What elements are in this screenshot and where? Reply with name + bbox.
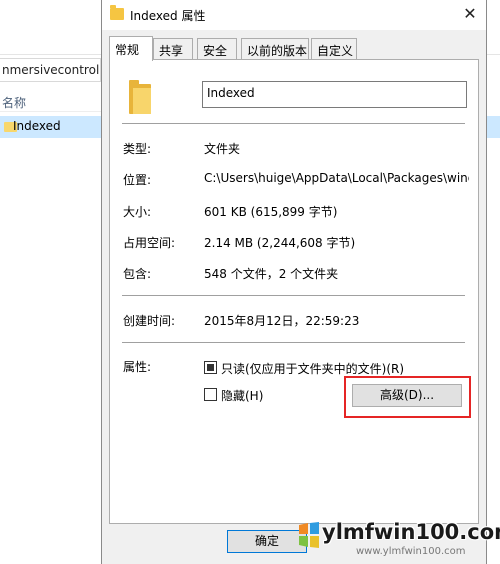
explorer-address-bar[interactable]: nmersivecontrolpa: [0, 58, 101, 82]
close-icon[interactable]: ✕: [458, 4, 482, 26]
tab-panel-general: Indexed 类型: 文件夹 位置: C:\Users\huige\AppDa…: [109, 59, 479, 524]
tab-security[interactable]: 安全: [197, 38, 237, 60]
location-label: 位置:: [123, 173, 152, 187]
type-value: 文件夹: [204, 142, 241, 156]
tab-previous-versions[interactable]: 以前的版本: [241, 38, 309, 60]
hidden-checkbox-label[interactable]: 隐藏(H): [221, 387, 263, 404]
column-header-name[interactable]: 名称: [0, 90, 101, 112]
properties-dialog: Indexed 属性 ✕ 常规 共享 安全 以前的版本 自定义 Indexed …: [101, 0, 487, 564]
dialog-titlebar[interactable]: Indexed 属性 ✕: [102, 0, 486, 30]
disk-size-label: 占用空间:: [123, 236, 176, 250]
disk-size-value: 2.14 MB (2,244,608 字节): [204, 236, 356, 250]
contains-value: 548 个文件，2 个文件夹: [204, 267, 339, 281]
size-label: 大小:: [123, 205, 152, 219]
location-value: C:\Users\huige\AppData\Local\Packages\wi…: [204, 171, 469, 185]
tab-customize[interactable]: 自定义: [311, 38, 357, 60]
created-value: 2015年8月12日，22:59:23: [204, 314, 360, 328]
folder-name-field[interactable]: Indexed: [202, 81, 467, 108]
divider: [122, 123, 465, 124]
readonly-checkbox[interactable]: [204, 361, 217, 374]
ok-button[interactable]: 确定: [227, 530, 307, 553]
folder-icon: [129, 80, 151, 114]
contains-label: 包含:: [123, 267, 152, 281]
site-watermark: ylmfwin100.com www.ylmfwin100.com: [296, 520, 500, 564]
dialog-title: Indexed 属性: [130, 9, 206, 23]
attributes-label: 属性:: [123, 360, 152, 374]
divider: [122, 342, 465, 343]
size-value: 601 KB (615,899 字节): [204, 205, 338, 219]
watermark-subtext: www.ylmfwin100.com: [356, 546, 466, 557]
type-label: 类型:: [123, 142, 152, 156]
file-list-item-selected-tail: [487, 116, 500, 138]
hidden-checkbox[interactable]: [204, 388, 217, 401]
readonly-checkbox-label[interactable]: 只读(仅应用于文件夹中的文件)(R): [221, 360, 404, 377]
folder-icon: [110, 5, 124, 20]
divider: [122, 295, 465, 296]
watermark-text: ylmfwin100.com: [322, 520, 500, 544]
advanced-button[interactable]: 高级(D)...: [352, 384, 462, 407]
tab-sharing[interactable]: 共享: [153, 38, 193, 60]
file-list-item-selected[interactable]: Indexed: [0, 116, 101, 138]
tab-general[interactable]: 常规: [109, 36, 153, 61]
file-list-item-label: Indexed: [13, 119, 61, 133]
created-label: 创建时间:: [123, 314, 176, 328]
watermark-logo-icon: [299, 522, 319, 548]
